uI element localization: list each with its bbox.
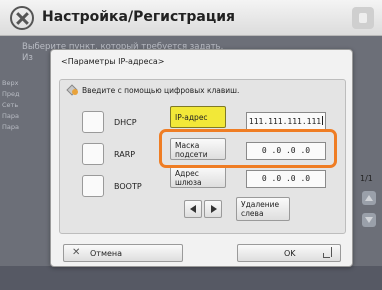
ok-label: OK [284, 249, 296, 258]
text-cursor [322, 116, 324, 125]
background-bottom-bar [0, 266, 382, 290]
background-list-item: Пара [2, 123, 19, 131]
gateway-address-field[interactable]: 0 .0 .0 .0 [246, 170, 326, 188]
settings-tools-icon [10, 6, 34, 30]
cancel-button[interactable]: ✕ Отмена [63, 244, 183, 262]
background-list-item: Пред [2, 90, 20, 98]
gateway-address-button[interactable]: Адрес шлюза [170, 166, 226, 188]
rarp-checkbox[interactable] [82, 143, 104, 165]
cursor-left-button[interactable] [184, 200, 202, 218]
ip-address-field[interactable]: 111.111.111.111 [246, 112, 326, 130]
background-list: Верх Пред Сеть Пара Пара [0, 79, 30, 134]
dhcp-label: DHCP [114, 118, 137, 127]
dialog-title: <Параметры IP-адреса> [61, 57, 165, 66]
bootp-label: BOOTP [114, 182, 142, 191]
background-list-item: Сеть [2, 101, 19, 109]
ip-address-value: 111.111.111.111 [248, 117, 322, 126]
page-title: Настройка/Регистрация [42, 9, 236, 25]
page-indicator: 1/1 [360, 174, 373, 183]
cursor-right-button[interactable] [204, 200, 222, 218]
rarp-label: RARP [114, 150, 136, 159]
title-bar: Настройка/Регистрация [0, 0, 382, 36]
ip-address-highlight [159, 129, 337, 168]
cancel-label: Отмена [90, 249, 123, 258]
delete-left-button[interactable]: Удаление слева [236, 197, 290, 221]
gateway-address-value: 0 .0 .0 .0 [261, 174, 311, 183]
scroll-up-icon[interactable] [362, 191, 376, 205]
background-list-item: Верх [2, 79, 19, 87]
close-icon: ✕ [72, 247, 81, 258]
status-monitor-button[interactable] [352, 7, 374, 29]
keypad-hint-icon [68, 86, 78, 96]
enter-icon [323, 247, 332, 258]
hint-text: Введите с помощью цифровых клавиш. [82, 86, 240, 95]
background-list-item: Пара [2, 112, 19, 120]
ip-address-button[interactable]: IP-адрес [170, 106, 226, 128]
scroll-down-icon[interactable] [362, 213, 376, 227]
bootp-checkbox[interactable] [82, 175, 104, 197]
ok-button[interactable]: OK [237, 244, 341, 262]
ip-address-dialog: <Параметры IP-адреса> Введите с помощью … [50, 49, 353, 267]
dhcp-checkbox[interactable] [82, 111, 104, 133]
